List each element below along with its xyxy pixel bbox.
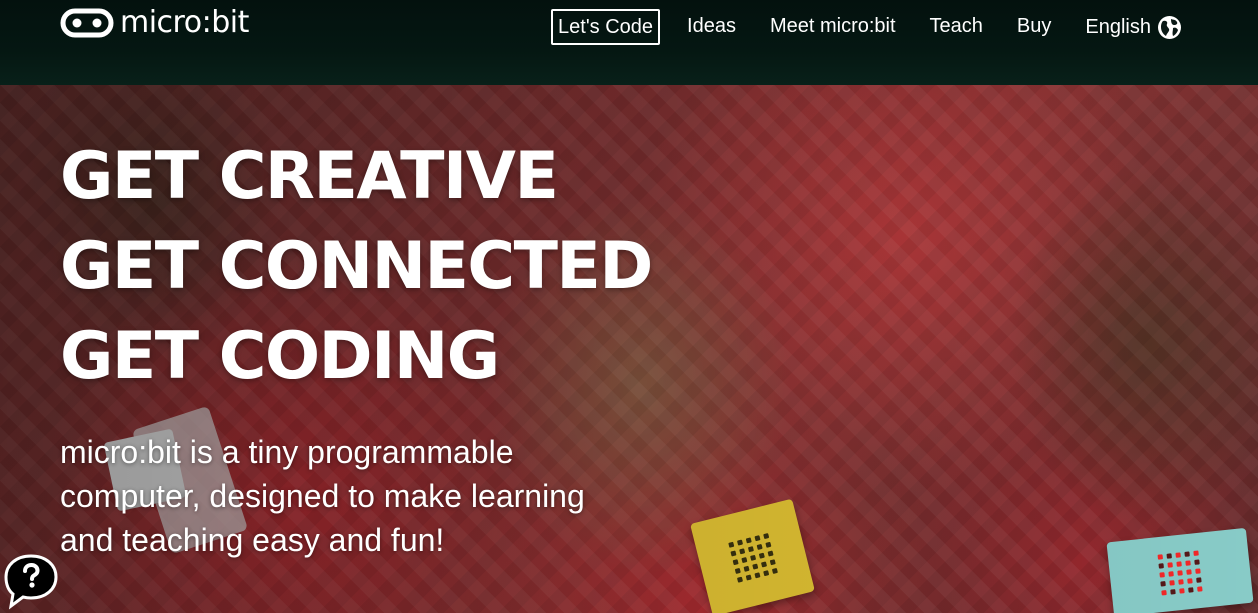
headline-line-2: GET CONNECTED [60,229,653,304]
headline-line-1: GET CREATIVE [60,139,559,214]
headline-line-3: GET CODING [60,319,500,394]
logo-text: micro:bit [120,5,249,40]
hero-description: micro:bit is a tiny programmable compute… [60,434,585,558]
nav-ideas[interactable]: Ideas [670,9,753,45]
help-chat-button[interactable] [2,552,60,610]
globe-icon [1157,15,1182,40]
top-navigation-bar: micro:bit Let's Code Ideas Meet micro:bi… [0,0,1258,85]
main-nav: Let's Code Ideas Meet micro:bit Teach Bu… [551,9,1182,45]
hero-headline: GET CREATIVE GET CONNECTED GET CODING [60,132,653,402]
nav-buy[interactable]: Buy [1000,9,1068,45]
nav-meet-microbit[interactable]: Meet micro:bit [753,9,913,45]
help-chat-icon [2,554,60,613]
nav-lets-code[interactable]: Let's Code [551,9,661,45]
language-selector[interactable]: English [1068,9,1182,45]
microbit-logo[interactable]: micro:bit [60,8,249,38]
language-label: English [1085,16,1151,38]
microbit-logo-icon [60,8,114,38]
nav-teach[interactable]: Teach [913,9,1000,45]
